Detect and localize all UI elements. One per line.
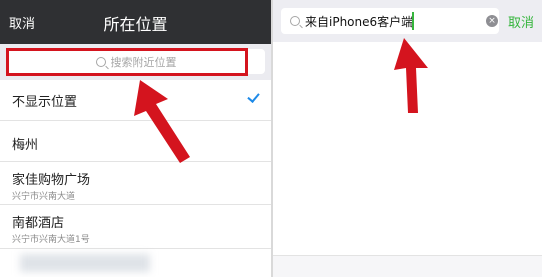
custom-location-screen: 来自iPhone6客户端 × 取消 [273, 0, 542, 277]
red-arrow-annotation-left [134, 80, 190, 163]
red-arrow-annotation-right [394, 38, 428, 113]
location-picker-screen: 取消 所在位置 搜索附近位置 不显示位置 梅州 家佳购物广场 兴宁市兴南大道 南… [0, 0, 271, 277]
